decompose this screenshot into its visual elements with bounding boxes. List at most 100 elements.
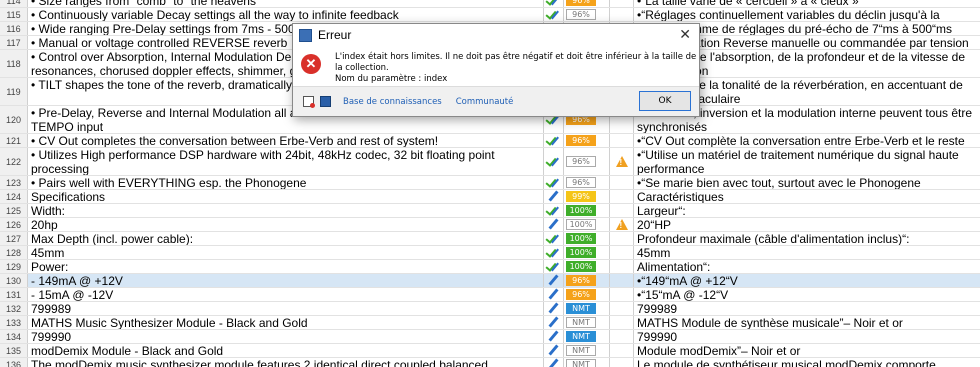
warning-icon[interactable]: ! <box>615 219 628 230</box>
source-cell[interactable]: 45mm <box>28 246 544 259</box>
source-cell[interactable]: Specifications <box>28 190 544 203</box>
match-badge: NMT <box>566 303 596 314</box>
table-row[interactable]: 126 20hp 100%! 20“HP <box>0 218 980 232</box>
table-row[interactable]: 122 • Utilizes High performance DSP hardw… <box>0 148 980 176</box>
edit-pencil-icon <box>548 289 559 300</box>
warning-cell <box>610 344 634 357</box>
target-cell[interactable]: •“Réglages continuellement variables du … <box>634 8 980 21</box>
source-cell[interactable]: 799990 <box>28 330 544 343</box>
confirmed-icon <box>547 9 560 20</box>
edit-pencil-icon <box>548 219 559 230</box>
warning-cell <box>610 8 634 21</box>
row-number: 122 <box>0 148 28 175</box>
table-row[interactable]: 127 Max Depth (incl. power cable): 100% Pro… <box>0 232 980 246</box>
table-row[interactable]: 132 799989 NMT 799989 <box>0 302 980 316</box>
source-cell[interactable]: Width: <box>28 204 544 217</box>
warning-cell <box>610 176 634 189</box>
table-row[interactable]: 131- 15mA @ -12V 96% •“15“mA @ -12“V <box>0 288 980 302</box>
source-cell[interactable]: - 15mA @ -12V <box>28 288 544 301</box>
source-cell[interactable]: • Continuously variable Decay settings a… <box>28 8 544 21</box>
source-cell[interactable]: 799989 <box>28 302 544 315</box>
target-cell[interactable]: Le module de synthétiseur musical modDem… <box>634 358 980 367</box>
row-number: 114 <box>0 0 28 7</box>
table-row[interactable]: 130- 149mA @ +12V 96% •“149“mA @ +12“V <box>0 274 980 288</box>
ok-button[interactable]: OK <box>639 91 691 111</box>
match-cell: NMT <box>564 358 610 367</box>
table-row[interactable]: 123 • Pairs well with EVERYTHING esp. the… <box>0 176 980 190</box>
row-number: 120 <box>0 106 28 133</box>
status-cell <box>544 232 564 245</box>
table-row[interactable]: 125 Width: 100% Largeur“: <box>0 204 980 218</box>
close-icon[interactable]: ✕ <box>679 26 691 43</box>
source-cell[interactable]: Power: <box>28 260 544 273</box>
warning-icon[interactable]: ! <box>615 156 628 167</box>
table-row[interactable]: 115 • Continuously variable Decay setting… <box>0 8 980 22</box>
table-row[interactable]: 128 45mm 100% 45mm <box>0 246 980 260</box>
save-icon[interactable] <box>320 96 331 107</box>
match-badge: 100% <box>566 205 596 216</box>
warning-cell <box>610 246 634 259</box>
source-cell[interactable]: • CV Out completes the conversation betw… <box>28 134 544 147</box>
status-cell <box>544 218 564 231</box>
target-cell[interactable]: •“CV Out complète la conversation entre … <box>634 134 980 147</box>
target-cell[interactable]: •“149“mA @ +12“V <box>634 274 980 287</box>
source-cell[interactable]: Max Depth (incl. power cable): <box>28 232 544 245</box>
report-icon[interactable] <box>303 96 315 108</box>
source-cell[interactable]: The modDemix music synthesizer module fe… <box>28 358 544 367</box>
row-number: 128 <box>0 246 28 259</box>
table-row[interactable]: 114 • Size ranges from “comb” to “the hea… <box>0 0 980 8</box>
error-dialog: Erreur ✕ ✕ L'index était hors limites. I… <box>292 23 700 117</box>
confirmed-icon <box>547 247 560 258</box>
table-row[interactable]: 129 Power: 100% Alimentation“: <box>0 260 980 274</box>
status-cell <box>544 246 564 259</box>
table-row[interactable]: 135 modDemix Module - Black and Gold NMT Mo… <box>0 344 980 358</box>
row-number: 131 <box>0 288 28 301</box>
knowledge-base-link[interactable]: Base de connaissances <box>343 97 442 107</box>
target-cell[interactable]: Module modDemix”– Noir et or <box>634 344 980 357</box>
dialog-title: Erreur <box>318 28 352 42</box>
target-cell[interactable]: 799989 <box>634 302 980 315</box>
match-badge: NMT <box>566 317 596 328</box>
confirmed-icon <box>547 0 560 6</box>
source-cell[interactable]: 20hp <box>28 218 544 231</box>
match-cell: 99% <box>564 190 610 203</box>
source-cell[interactable]: • Size ranges from “comb” to “the heaven… <box>28 0 544 7</box>
source-cell[interactable]: • Pairs well with EVERYTHING esp. the Ph… <box>28 176 544 189</box>
match-cell: NMT <box>564 316 610 329</box>
edit-pencil-icon <box>548 359 559 367</box>
row-number: 123 <box>0 176 28 189</box>
table-row[interactable]: 134 799990 NMT 799990 <box>0 330 980 344</box>
table-row[interactable]: 133 MATHS Music Synthesizer Module - Blac… <box>0 316 980 330</box>
match-badge: 96% <box>566 275 596 286</box>
table-row[interactable]: 124 Specifications 99% Caractéristiques <box>0 190 980 204</box>
target-cell[interactable]: MATHS Module de synthèse musicale”– Noir… <box>634 316 980 329</box>
match-cell: NMT <box>564 330 610 343</box>
target-cell[interactable]: •“La taille varie de « cercueil » à « ci… <box>634 0 980 7</box>
target-cell[interactable]: •“Utilise un matériel de traitement numé… <box>634 148 980 175</box>
status-cell <box>544 204 564 217</box>
target-cell[interactable]: Caractéristiques <box>634 190 980 203</box>
target-cell[interactable]: •“Se marie bien avec tout, surtout avec … <box>634 176 980 189</box>
table-row[interactable]: 121 • CV Out completes the conversation b… <box>0 134 980 148</box>
row-number: 136 <box>0 358 28 367</box>
target-cell[interactable]: 20“HP <box>634 218 980 231</box>
target-cell[interactable]: Profondeur maximale (câble d'alimentatio… <box>634 232 980 245</box>
source-cell[interactable]: MATHS Music Synthesizer Module - Black a… <box>28 316 544 329</box>
status-cell <box>544 274 564 287</box>
target-cell[interactable]: 799990 <box>634 330 980 343</box>
status-cell <box>544 134 564 147</box>
source-cell[interactable]: • Utilizes High performance DSP hardware… <box>28 148 544 175</box>
source-cell[interactable]: modDemix Module - Black and Gold <box>28 344 544 357</box>
match-cell: 100% <box>564 218 610 231</box>
match-badge: 96% <box>566 135 596 146</box>
target-cell[interactable]: Alimentation“: <box>634 260 980 273</box>
row-number: 118 <box>0 50 28 77</box>
source-cell[interactable]: - 149mA @ +12V <box>28 274 544 287</box>
target-cell[interactable]: Largeur“: <box>634 204 980 217</box>
row-number: 135 <box>0 344 28 357</box>
community-link[interactable]: Communauté <box>456 97 514 107</box>
table-row[interactable]: 136 The modDemix music synthesizer module… <box>0 358 980 367</box>
target-cell[interactable]: •“15“mA @ -12“V <box>634 288 980 301</box>
target-cell[interactable]: 45mm <box>634 246 980 259</box>
match-badge: 96% <box>566 9 596 20</box>
